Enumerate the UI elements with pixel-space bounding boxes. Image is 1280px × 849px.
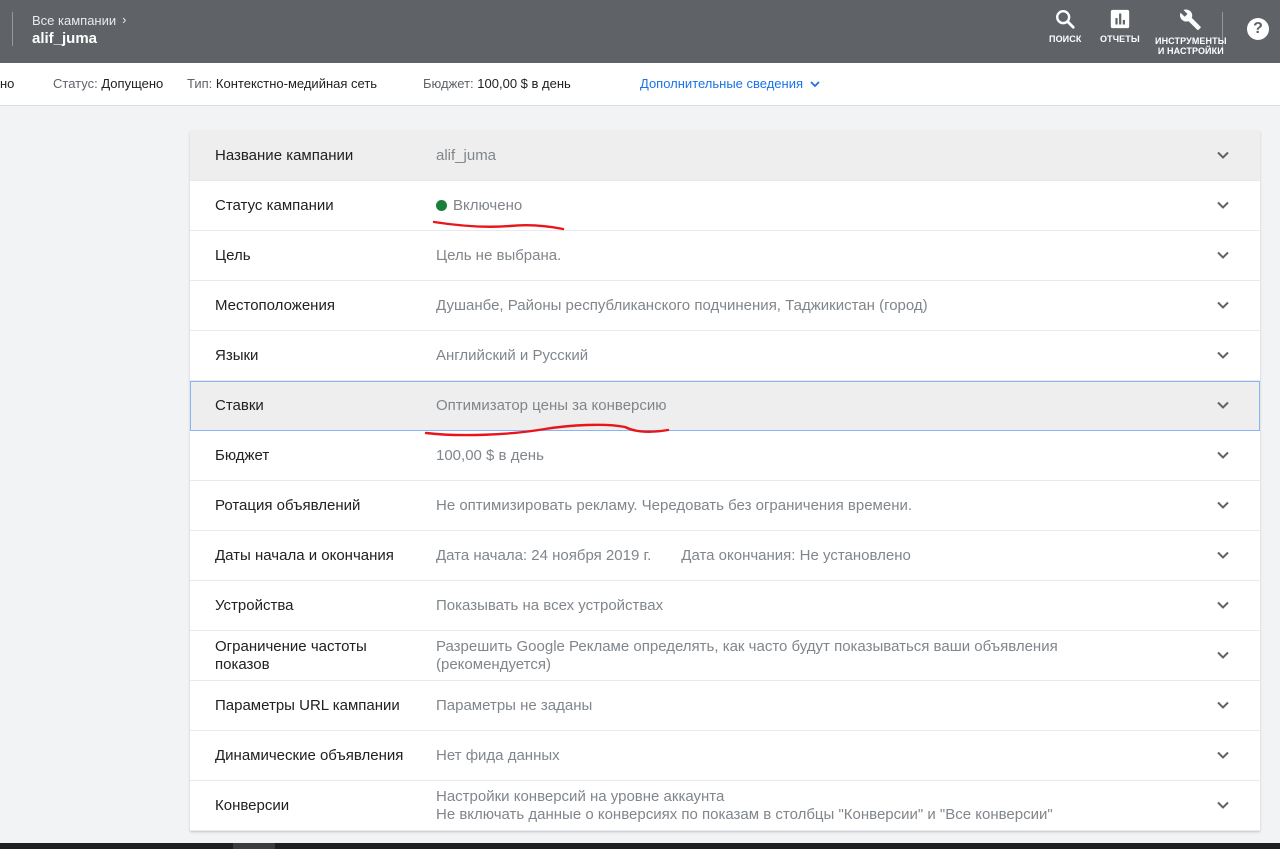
setting-value: Цель не выбрана. xyxy=(436,246,562,264)
setting-value: Настройки конверсий на уровне аккаунта Н… xyxy=(436,781,1176,830)
status-summary: Статус: Допущено xyxy=(53,76,163,91)
setting-name: Ротация объявлений xyxy=(215,496,361,514)
setting-value: Разрешить Google Рекламе определять, как… xyxy=(436,637,1058,673)
chevron-down-icon[interactable] xyxy=(1216,398,1230,412)
chevron-down-icon[interactable] xyxy=(1216,298,1230,312)
end-date: Дата окончания: Не установлено xyxy=(681,546,911,564)
setting-row-campaign-status[interactable]: Статус кампании Включено xyxy=(190,181,1260,231)
start-date: Дата начала: 24 ноября 2019 г. xyxy=(436,546,652,564)
setting-row-bidding[interactable]: Ставки Оптимизатор цены за конверсию xyxy=(190,381,1260,431)
chevron-right-icon: › xyxy=(122,12,127,27)
setting-row-conversions[interactable]: Конверсии Настройки конверсий на уровне … xyxy=(190,781,1260,831)
setting-row-dates[interactable]: Даты начала и окончания Дата начала: 24 … xyxy=(190,531,1260,581)
divider xyxy=(1222,12,1223,52)
status-label: Статус: xyxy=(53,76,98,91)
bar-chart-icon xyxy=(1110,9,1130,29)
chevron-down-icon[interactable] xyxy=(1216,648,1230,662)
wrench-icon xyxy=(1179,9,1201,31)
page-title: alif_juma xyxy=(32,30,98,47)
more-details-link[interactable]: Дополнительные сведения xyxy=(640,76,821,91)
setting-name: Ставки xyxy=(215,396,264,414)
divider xyxy=(12,12,13,46)
setting-value: Показывать на всех устройствах xyxy=(436,596,664,614)
setting-name: Название кампании xyxy=(215,146,354,164)
chevron-down-icon[interactable] xyxy=(1216,548,1230,562)
type-summary: Тип: Контекстно-медийная сеть xyxy=(187,76,377,91)
setting-name: Бюджет xyxy=(215,446,270,464)
setting-row-url-options[interactable]: Параметры URL кампании Параметры не зада… xyxy=(190,681,1260,731)
chevron-down-icon[interactable] xyxy=(1216,248,1230,262)
tools-label-line2: И НАСТРОЙКИ xyxy=(1157,46,1224,56)
chevron-down-icon[interactable] xyxy=(1216,448,1230,462)
setting-value: Дата начала: 24 ноября 2019 г. Дата окон… xyxy=(436,531,1176,580)
status-dot-icon xyxy=(436,200,447,211)
setting-row-campaign-name[interactable]: Название кампании alif_juma xyxy=(190,131,1260,181)
setting-value: Не оптимизировать рекламу. Чередовать бе… xyxy=(436,496,913,514)
reports-button[interactable]: ОТЧЕТЫ xyxy=(1100,8,1140,44)
setting-row-devices[interactable]: Устройства Показывать на всех устройства… xyxy=(190,581,1260,631)
setting-row-languages[interactable]: Языки Английский и Русский xyxy=(190,331,1260,381)
setting-name: Ограничение частоты показов xyxy=(215,637,367,673)
search-button[interactable]: ПОИСК xyxy=(1049,8,1081,44)
chevron-down-icon[interactable] xyxy=(1216,348,1230,362)
setting-value: Английский и Русский xyxy=(436,346,589,364)
campaign-settings-panel: Название кампании alif_juma Статус кампа… xyxy=(190,131,1260,831)
top-app-bar: Все кампании › alif_juma ПОИСК ОТЧЕТЫ ИН… xyxy=(0,0,1280,63)
budget-value: 100,00 $ в день xyxy=(477,76,571,91)
setting-name: Даты начала и окончания xyxy=(215,546,394,564)
conversions-line-1: Настройки конверсий на уровне аккаунта xyxy=(436,787,725,805)
chevron-down-icon[interactable] xyxy=(1216,748,1230,762)
campaign-status-bar: но Статус: Допущено Тип: Контекстно-меди… xyxy=(0,63,1280,106)
setting-row-dynamic-ads[interactable]: Динамические объявления Нет фида данных xyxy=(190,731,1260,781)
setting-value: Нет фида данных xyxy=(436,746,560,764)
chevron-down-icon[interactable] xyxy=(1216,198,1230,212)
breadcrumb-all-campaigns[interactable]: Все кампании xyxy=(32,13,116,28)
search-label: ПОИСК xyxy=(1049,34,1082,44)
chevron-down-icon[interactable] xyxy=(1216,498,1230,512)
setting-value: Оптимизатор цены за конверсию xyxy=(436,396,667,414)
setting-row-budget[interactable]: Бюджет 100,00 $ в день xyxy=(190,431,1260,481)
setting-name: Цель xyxy=(215,246,251,264)
chevron-down-icon xyxy=(810,80,820,87)
setting-row-locations[interactable]: Местоположения Душанбе, Районы республик… xyxy=(190,281,1260,331)
setting-name: Статус кампании xyxy=(215,196,334,214)
reports-label: ОТЧЕТЫ xyxy=(1100,34,1140,44)
search-icon xyxy=(1056,10,1075,29)
truncated-text: но xyxy=(0,76,15,91)
conversions-line-2: Не включать данные о конверсиях по показ… xyxy=(436,805,1053,823)
setting-value: Параметры не заданы xyxy=(436,696,593,714)
chevron-down-icon[interactable] xyxy=(1216,148,1230,162)
taskbar-strip xyxy=(0,843,1280,849)
budget-summary: Бюджет: 100,00 $ в день xyxy=(423,76,571,91)
tools-label-line1: ИНСТРУМЕНТЫ xyxy=(1155,36,1227,46)
chevron-down-icon[interactable] xyxy=(1216,798,1230,812)
setting-name: Динамические объявления xyxy=(215,746,404,764)
setting-value: Душанбе, Районы республиканского подчине… xyxy=(436,296,928,314)
chevron-down-icon[interactable] xyxy=(1216,598,1230,612)
setting-value: alif_juma xyxy=(436,146,497,164)
help-icon[interactable]: ? xyxy=(1247,18,1269,40)
setting-row-goal[interactable]: Цель Цель не выбрана. xyxy=(190,231,1260,281)
setting-name: Местоположения xyxy=(215,296,335,314)
setting-name: Конверсии xyxy=(215,796,290,814)
setting-row-ad-rotation[interactable]: Ротация объявлений Не оптимизировать рек… xyxy=(190,481,1260,531)
setting-row-frequency-cap[interactable]: Ограничение частоты показов Разрешить Go… xyxy=(190,631,1260,681)
setting-name: Параметры URL кампании xyxy=(215,696,400,714)
breadcrumb[interactable]: Все кампании › xyxy=(32,12,127,28)
setting-value: 100,00 $ в день xyxy=(436,446,544,464)
more-details-label[interactable]: Дополнительные сведения xyxy=(640,76,803,91)
status-value: Допущено xyxy=(101,76,164,91)
setting-name: Устройства xyxy=(215,596,294,614)
type-value: Контекстно-медийная сеть xyxy=(215,76,378,91)
chevron-down-icon[interactable] xyxy=(1216,698,1230,712)
type-label: Тип: xyxy=(187,76,213,91)
setting-value: Включено xyxy=(436,181,1176,230)
budget-label: Бюджет: xyxy=(423,76,474,91)
status-enabled-text: Включено xyxy=(453,196,523,214)
tools-and-settings-button[interactable]: ИНСТРУМЕНТЫ И НАСТРОЙКИ xyxy=(1155,8,1227,56)
setting-name: Языки xyxy=(215,346,259,364)
